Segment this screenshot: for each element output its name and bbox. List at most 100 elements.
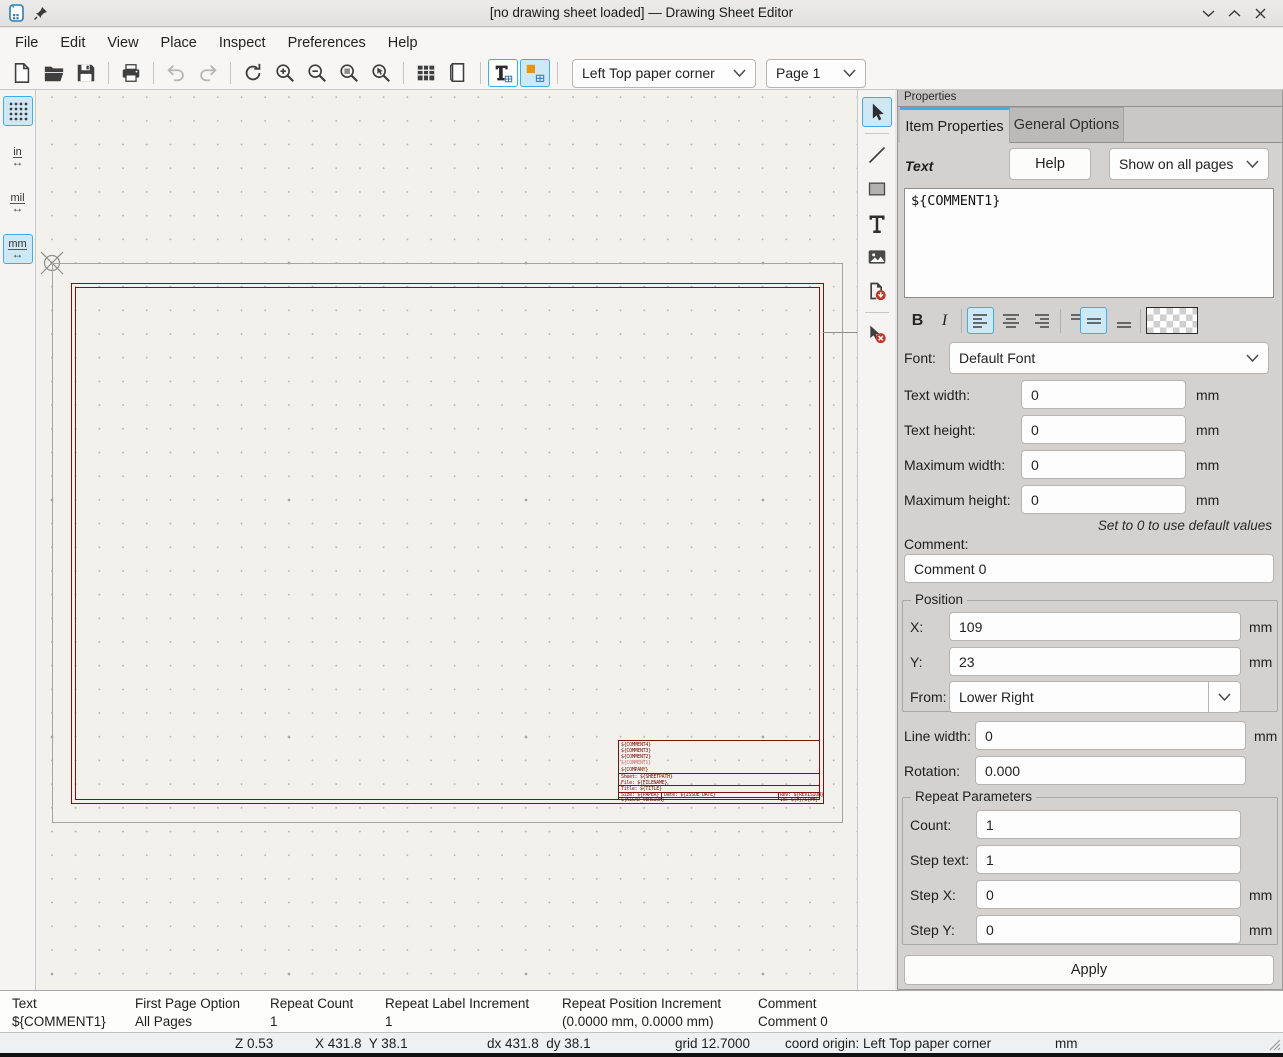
rectangle-tool-button[interactable] xyxy=(862,174,892,204)
select-tool-button[interactable] xyxy=(862,97,892,127)
position-y-label: Y: xyxy=(910,654,922,670)
undo-icon xyxy=(165,62,187,84)
redo-button[interactable] xyxy=(193,59,223,87)
window-maximize-button[interactable] xyxy=(1223,5,1245,22)
max-height-input[interactable] xyxy=(1021,485,1186,514)
open-icon xyxy=(43,62,65,84)
refresh-view-button[interactable] xyxy=(238,59,268,87)
step-x-label: Step X: xyxy=(910,887,956,903)
text-icon xyxy=(867,213,887,233)
valign-middle-button[interactable] xyxy=(1080,307,1107,334)
page-select[interactable]: Page 1 xyxy=(766,59,866,88)
position-x-input[interactable] xyxy=(949,612,1241,641)
zoom-in-button[interactable] xyxy=(270,59,300,87)
text-tool-button[interactable] xyxy=(862,208,892,238)
preview-settings-button[interactable] xyxy=(411,59,441,87)
info-repeat-label-increment-value: 1 xyxy=(385,1014,393,1029)
delete-tool-button[interactable] xyxy=(862,319,892,349)
valign-bottom-button[interactable] xyxy=(1110,307,1137,334)
step-y-input[interactable] xyxy=(976,915,1241,944)
title-block-comment1-selected[interactable]: ${COMMENT1} xyxy=(621,760,651,766)
redo-icon xyxy=(197,62,219,84)
zoom-out-icon xyxy=(306,62,328,84)
refresh-view-icon xyxy=(242,62,264,84)
zoom-to-selection-button[interactable] xyxy=(366,59,396,87)
menu-view[interactable]: View xyxy=(96,31,149,55)
unit-inches-button[interactable]: in↔ xyxy=(3,142,33,172)
position-y-input[interactable] xyxy=(949,647,1241,676)
tab-item-properties[interactable]: Item Properties xyxy=(900,107,1010,143)
position-x-label: X: xyxy=(910,619,923,635)
text-width-input[interactable] xyxy=(1021,380,1186,409)
zoom-out-button[interactable] xyxy=(302,59,332,87)
position-from-select[interactable]: Lower Right xyxy=(949,681,1241,713)
align-left-button[interactable] xyxy=(967,307,994,334)
zoom-to-fit-button[interactable] xyxy=(334,59,364,87)
unit-mm-button[interactable]: mm↔ xyxy=(3,234,33,264)
repeat-count-input[interactable] xyxy=(976,810,1241,839)
print-button[interactable] xyxy=(116,59,146,87)
menu-help[interactable]: Help xyxy=(377,31,429,55)
grid-size: grid 12.7000 xyxy=(675,1036,750,1051)
text-content-input[interactable]: ${COMMENT1} xyxy=(904,188,1274,298)
info-first-page-label: First Page Option xyxy=(135,996,240,1011)
image-tool-button[interactable] xyxy=(862,242,892,272)
align-center-button[interactable] xyxy=(997,307,1024,334)
unit-mils-button[interactable]: mil↔ xyxy=(3,188,33,218)
grid-toggle-button[interactable] xyxy=(3,96,33,126)
corner-origin-select[interactable]: Left Top paper corner xyxy=(572,59,756,88)
info-first-page-value: All Pages xyxy=(135,1014,192,1029)
apply-button[interactable]: Apply xyxy=(904,955,1274,985)
add-text-button[interactable] xyxy=(488,59,518,87)
window-minimize-button[interactable] xyxy=(1197,5,1219,22)
properties-panel-title[interactable]: Properties xyxy=(898,90,1282,107)
add-bitmap-button[interactable] xyxy=(520,59,550,87)
italic-button[interactable]: I xyxy=(931,307,958,334)
rotation-input[interactable] xyxy=(975,756,1246,785)
screen-edge xyxy=(0,1053,1283,1057)
step-y-unit: mm xyxy=(1249,922,1272,938)
add-bitmap-icon xyxy=(524,62,546,84)
step-x-unit: mm xyxy=(1249,887,1272,903)
status-units: mm xyxy=(1055,1036,1078,1051)
open-button[interactable] xyxy=(39,59,69,87)
help-button[interactable]: Help xyxy=(1009,148,1091,180)
font-select[interactable]: Default Font xyxy=(949,342,1269,374)
save-button[interactable] xyxy=(71,59,101,87)
page-preview-button[interactable] xyxy=(443,59,473,87)
undo-button[interactable] xyxy=(161,59,191,87)
max-height-label: Maximum height: xyxy=(904,492,1011,508)
step-x-input[interactable] xyxy=(976,880,1241,909)
menu-place[interactable]: Place xyxy=(150,31,208,55)
menu-inspect[interactable]: Inspect xyxy=(208,31,277,55)
menu-file[interactable]: File xyxy=(4,31,49,55)
text-height-label: Text height: xyxy=(904,422,976,438)
align-right-button[interactable] xyxy=(1027,307,1054,334)
drawing-canvas[interactable]: ${COMMENT4} ${COMMENT3} ${COMMENT2} ${CO… xyxy=(36,90,857,990)
append-sheet-button[interactable] xyxy=(862,276,892,306)
title-block[interactable]: ${COMMENT4} ${COMMENT3} ${COMMENT2} ${CO… xyxy=(618,740,819,799)
line-tool-button[interactable] xyxy=(862,140,892,170)
chevron-down-icon xyxy=(1246,354,1259,362)
zoom-to-fit-icon xyxy=(338,62,360,84)
position-x-unit: mm xyxy=(1249,619,1272,635)
step-text-label: Step text: xyxy=(910,852,969,868)
info-text-label: Text xyxy=(12,996,37,1011)
window-close-button[interactable] xyxy=(1249,5,1271,22)
bold-button[interactable]: B xyxy=(904,307,931,334)
resize-grip-icon[interactable] xyxy=(1267,1037,1281,1051)
save-icon xyxy=(75,62,97,84)
comment-input[interactable] xyxy=(904,554,1274,583)
menu-edit[interactable]: Edit xyxy=(49,31,96,55)
new-drawing-sheet-button[interactable] xyxy=(7,59,37,87)
tab-general-options[interactable]: General Options xyxy=(1010,107,1124,143)
menu-preferences[interactable]: Preferences xyxy=(277,31,377,55)
info-repeat-count-label: Repeat Count xyxy=(270,996,353,1011)
text-height-input[interactable] xyxy=(1021,415,1186,444)
align-center-icon xyxy=(1002,313,1020,329)
step-text-input[interactable] xyxy=(976,845,1241,874)
page-option-select[interactable]: Show on all pages xyxy=(1109,148,1269,180)
line-width-input[interactable] xyxy=(975,721,1246,750)
text-color-swatch[interactable] xyxy=(1146,307,1198,334)
max-width-input[interactable] xyxy=(1021,450,1186,479)
